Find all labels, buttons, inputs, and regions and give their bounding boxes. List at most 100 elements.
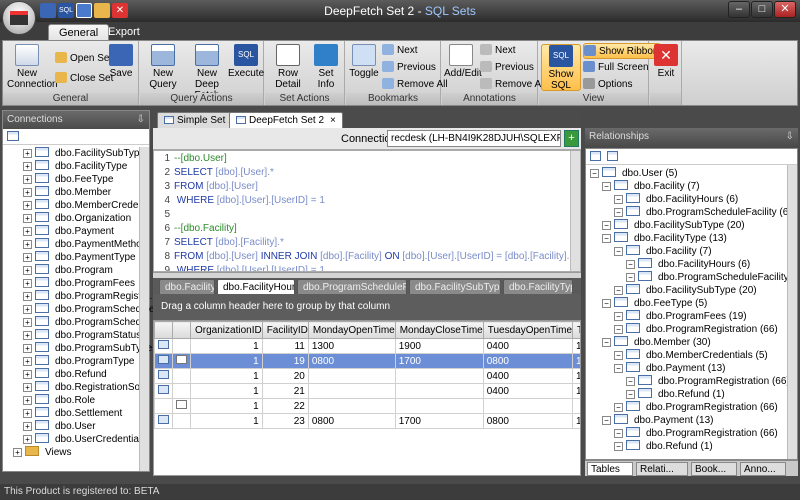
table-row[interactable]: 1111300190004001800 xyxy=(154,338,580,354)
expand-plus-icon[interactable]: + xyxy=(23,253,32,262)
connection-tree-item[interactable]: + dbo.Program xyxy=(23,264,149,277)
collapse-minus-icon[interactable]: − xyxy=(590,169,599,178)
row-indicator[interactable] xyxy=(154,368,173,384)
connection-tree-item[interactable]: + dbo.ProgramSched... xyxy=(23,316,150,329)
execute-button[interactable]: SQL Execute xyxy=(228,44,264,79)
relationship-tree-item[interactable]: − dbo.ProgramRegistration (66) xyxy=(590,375,797,388)
table-cell[interactable]: 0400 xyxy=(482,368,574,384)
relationship-tree-item[interactable]: − dbo.FacilityType (13) xyxy=(590,232,797,245)
collapse-minus-icon[interactable]: − xyxy=(602,338,611,347)
collapse-minus-icon[interactable]: − xyxy=(614,351,623,360)
table-cell[interactable]: 1 xyxy=(190,398,263,414)
collapse-minus-icon[interactable]: − xyxy=(614,325,623,334)
expand-plus-icon[interactable]: + xyxy=(23,318,32,327)
tab-export[interactable]: Export xyxy=(98,24,150,40)
open-set-button[interactable]: Open Set xyxy=(55,51,112,67)
expand-plus-icon[interactable]: + xyxy=(23,149,32,158)
collapse-minus-icon[interactable]: − xyxy=(614,403,623,412)
connection-select[interactable]: recdesk (LH-BN4I9K28DJUH\SQLEXPRESS xyxy=(387,130,561,147)
expand-plus-icon[interactable]: + xyxy=(23,201,32,210)
column-header[interactable]: MondayCloseTime xyxy=(394,321,484,339)
annotation-next-button[interactable]: Next xyxy=(480,43,516,59)
table-cell[interactable]: 1800 xyxy=(572,368,580,384)
connection-tree-item[interactable]: + dbo.ProgramSchedule xyxy=(23,303,155,316)
connections-scrollbar[interactable] xyxy=(139,147,149,471)
row-detail-cell[interactable] xyxy=(172,413,191,429)
expand-plus-icon[interactable]: + xyxy=(23,279,32,288)
column-header[interactable]: OrganizationID xyxy=(190,321,263,339)
expand-plus-icon[interactable]: + xyxy=(13,448,22,457)
relationships-tab[interactable]: Book... xyxy=(691,462,737,476)
table-cell[interactable]: 1900 xyxy=(394,338,484,354)
row-detail-button[interactable]: Row Detail xyxy=(267,44,309,90)
table-cell[interactable] xyxy=(572,398,580,414)
connection-tree-item[interactable]: + dbo.ProgramFees xyxy=(23,277,149,290)
table-cell[interactable] xyxy=(307,383,396,399)
new-connection-button[interactable]: New Connection xyxy=(7,44,58,90)
table-cell[interactable]: 11 xyxy=(261,338,309,354)
collapse-minus-icon[interactable]: − xyxy=(602,416,611,425)
expand-plus-icon[interactable]: + xyxy=(23,227,32,236)
table-cell[interactable]: 0800 xyxy=(307,353,396,369)
set-info-button[interactable]: Set Info xyxy=(309,44,343,90)
expand-plus-icon[interactable]: + xyxy=(23,175,32,184)
connection-tree-item[interactable]: + dbo.FeeType xyxy=(23,173,149,186)
close-window-button[interactable]: ✕ xyxy=(774,1,796,18)
connection-tree-item[interactable]: + dbo.Refund xyxy=(23,368,149,381)
row-indicator[interactable] xyxy=(154,338,173,354)
expand-icon[interactable] xyxy=(590,151,601,161)
connection-tree-item[interactable]: + dbo.ProgramRegistr... xyxy=(23,290,152,303)
table-row[interactable]: 121 04001800 xyxy=(154,383,580,399)
result-tab[interactable]: dbo.ProgramScheduleFacility xyxy=(297,279,407,294)
table-cell[interactable]: 0800 xyxy=(307,413,396,429)
connection-tree-item[interactable]: + dbo.Organization xyxy=(23,212,149,225)
relationship-tree-item[interactable]: − dbo.User (5) xyxy=(590,167,797,180)
expand-plus-icon[interactable]: + xyxy=(23,383,32,392)
table-cell[interactable]: 1300 xyxy=(307,338,396,354)
new-query-button[interactable]: New Query xyxy=(142,44,184,90)
row-indicator[interactable] xyxy=(154,398,173,414)
relationship-tree-item[interactable]: − dbo.FacilityHours (6) xyxy=(590,193,797,206)
table-cell[interactable]: 1 xyxy=(190,368,263,384)
connection-tree-item[interactable]: + dbo.MemberCrede... xyxy=(23,199,149,212)
collapse-minus-icon[interactable]: − xyxy=(626,273,635,282)
connection-tree-item[interactable]: + dbo.FacilitySubType xyxy=(23,147,149,160)
relationship-tree-item[interactable]: − dbo.Facility (7) xyxy=(590,245,797,258)
options-button[interactable]: Options xyxy=(583,77,632,93)
collapse-minus-icon[interactable]: − xyxy=(626,377,635,386)
table-cell[interactable]: 1800 xyxy=(572,383,580,399)
collapse-minus-icon[interactable]: − xyxy=(614,208,623,217)
relationship-tree-item[interactable]: − dbo.ProgramFees (19) xyxy=(590,310,797,323)
expand-plus-icon[interactable]: + xyxy=(23,214,32,223)
row-detail-cell[interactable] xyxy=(172,368,191,384)
relationship-tree-item[interactable]: − dbo.Payment (13) xyxy=(590,362,797,375)
expand-plus-icon[interactable]: + xyxy=(23,331,32,340)
relationship-tree-item[interactable]: − dbo.FacilitySubType (20) xyxy=(590,284,797,297)
connection-tree-item[interactable]: + dbo.Member xyxy=(23,186,149,199)
relationship-tree-item[interactable]: − dbo.MemberCredentials (5) xyxy=(590,349,797,362)
bookmark-remove-all-button[interactable]: Remove All xyxy=(382,77,448,93)
relationship-tree-item[interactable]: − dbo.FacilitySubType (20) xyxy=(590,219,797,232)
result-tab[interactable]: dbo.FacilityType xyxy=(503,279,573,294)
column-header[interactable]: FacilityID xyxy=(261,321,309,339)
save-button[interactable]: Save xyxy=(107,44,135,79)
relationship-tree-item[interactable]: − dbo.ProgramScheduleFacility (66) xyxy=(590,271,797,284)
relationship-tree-item[interactable]: − dbo.Refund (1) xyxy=(590,440,797,453)
table-cell[interactable]: 0800 xyxy=(482,413,574,429)
table-cell[interactable]: 23 xyxy=(261,413,309,429)
connection-tree-item[interactable]: + dbo.Settlement xyxy=(23,407,149,420)
collapse-minus-icon[interactable]: − xyxy=(614,286,623,295)
expand-plus-icon[interactable]: + xyxy=(23,240,32,249)
table-cell[interactable]: 1 xyxy=(190,413,263,429)
expand-plus-icon[interactable]: + xyxy=(23,305,32,314)
bookmark-next-button[interactable]: Next xyxy=(382,43,418,59)
relationship-tree-item[interactable]: − dbo.Member (30) xyxy=(590,336,797,349)
relationship-tree-item[interactable]: − dbo.ProgramRegistration (66) xyxy=(590,401,797,414)
doc-tab-close-icon[interactable]: × xyxy=(330,115,336,126)
collapse-minus-icon[interactable]: − xyxy=(614,247,623,256)
collapse-minus-icon[interactable]: − xyxy=(602,234,611,243)
table-cell[interactable] xyxy=(394,398,484,414)
result-tab[interactable]: dbo.FacilitySubType xyxy=(409,279,501,294)
annotation-remove-all-button[interactable]: Remove All xyxy=(480,77,546,93)
collapse-minus-icon[interactable]: − xyxy=(614,195,623,204)
